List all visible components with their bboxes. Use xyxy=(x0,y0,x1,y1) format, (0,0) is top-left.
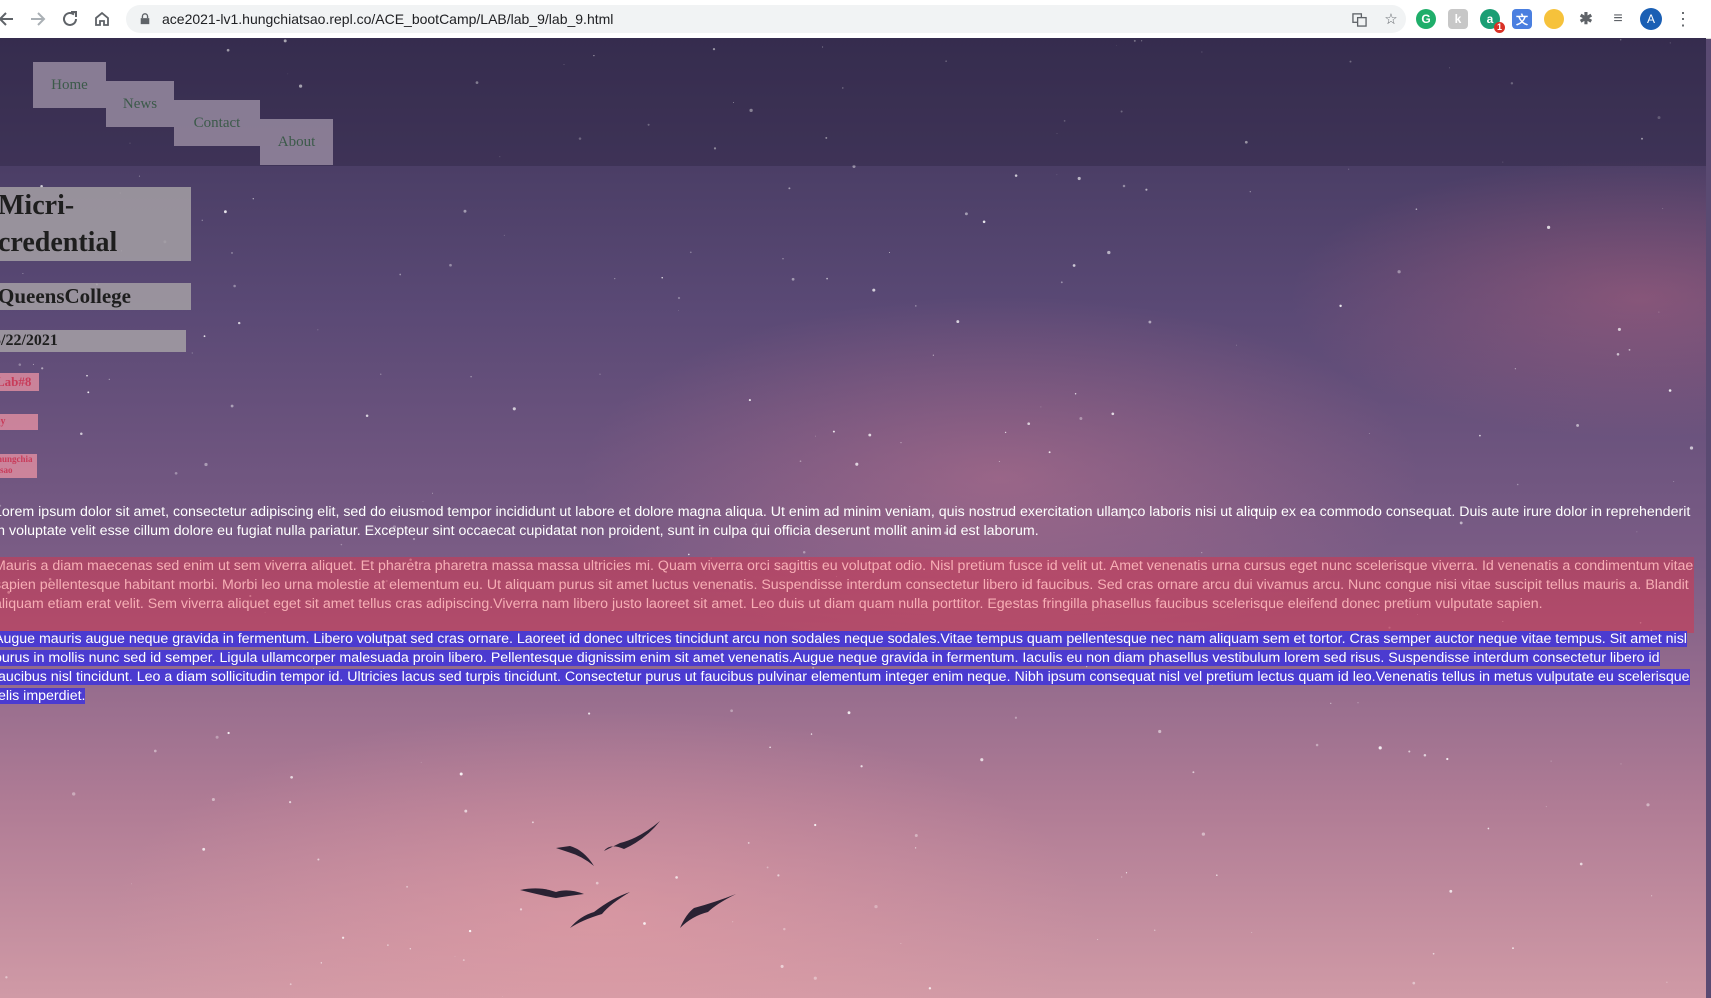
address-bar[interactable]: ace2021-lv1.hungchiatsao.repl.co/ACE_boo… xyxy=(126,5,1406,33)
paragraph-augue-text: Augue mauris augue neque gravida in ferm… xyxy=(0,631,1690,704)
extension-gray-icon[interactable]: k xyxy=(1448,9,1468,29)
menu-kebab-icon[interactable]: ⋮ xyxy=(1674,9,1692,30)
nav-news[interactable]: News xyxy=(106,81,174,127)
nav-contact[interactable]: Contact xyxy=(174,100,260,146)
paragraph-mauris: Mauris a diam maecenas sed enim ut sem v… xyxy=(0,557,1694,633)
browser-toolbar: ace2021-lv1.hungchiatsao.repl.co/ACE_boo… xyxy=(0,0,1711,39)
google-translate-extension-icon[interactable]: 文 xyxy=(1512,9,1532,29)
profile-avatar[interactable]: A xyxy=(1640,8,1662,30)
extensions-puzzle-icon[interactable]: ✱ xyxy=(1576,9,1596,29)
extension-badge: 1 xyxy=(1493,22,1505,33)
nav-news-label: News xyxy=(122,95,158,112)
page-viewport: Home News Contact About Micri-credential… xyxy=(0,38,1706,998)
nav-about[interactable]: About xyxy=(260,119,333,165)
url-text: ace2021-lv1.hungchiatsao.repl.co/ACE_boo… xyxy=(162,11,614,27)
paragraph-lorem: Lorem ipsum dolor sit amet, consectetur … xyxy=(0,504,1691,539)
back-icon[interactable] xyxy=(0,5,20,33)
extension-green-icon[interactable]: a1 xyxy=(1480,9,1505,33)
paragraph-augue: Augue mauris augue neque gravida in ferm… xyxy=(0,630,1694,706)
lab-label: Lab#8 xyxy=(0,373,39,391)
forward-icon[interactable] xyxy=(24,5,52,33)
nav-about-label: About xyxy=(277,133,316,150)
nav-home[interactable]: Home xyxy=(33,62,106,108)
nav-home-label: Home xyxy=(51,76,88,93)
grammarly-extension-icon[interactable]: G xyxy=(1416,9,1436,29)
bookmark-star-icon[interactable]: ☆ xyxy=(1382,9,1400,29)
translate-icon[interactable] xyxy=(1350,9,1368,29)
page-title: Micri-credential xyxy=(0,187,191,261)
author-label: hungchia tsao xyxy=(0,454,37,478)
nav-contact-label: Contact xyxy=(193,114,241,131)
reading-list-icon[interactable]: ≡ xyxy=(1608,9,1628,29)
home-icon[interactable] xyxy=(88,5,116,33)
lock-icon xyxy=(138,12,152,26)
college-name: QueensCollege xyxy=(0,283,191,310)
date-label: 5/22/2021 xyxy=(0,330,186,352)
reload-icon[interactable] xyxy=(56,5,84,33)
by-label: by xyxy=(0,414,38,430)
extension-yellow-icon[interactable] xyxy=(1544,9,1564,29)
